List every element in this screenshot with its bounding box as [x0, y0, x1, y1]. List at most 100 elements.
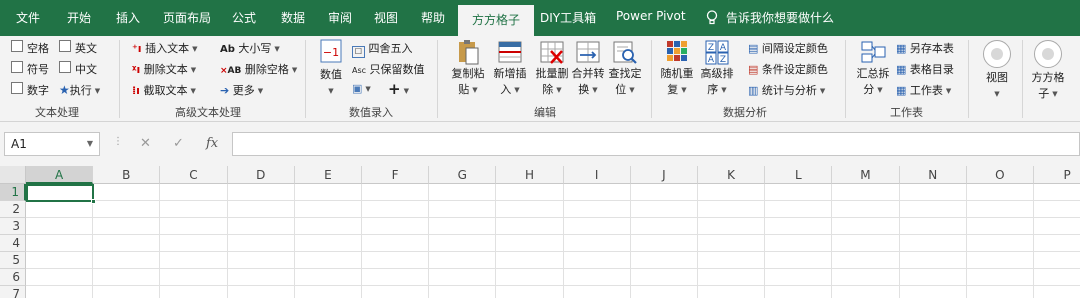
column-gridline	[428, 184, 430, 298]
column-header-e[interactable]: E	[294, 166, 362, 184]
worksheet-button[interactable]: ▦ 工作表 ▼	[896, 82, 951, 98]
statistics-button[interactable]: ▥ 统计与分析 ▼	[748, 82, 825, 98]
chevron-down-icon: ▼	[291, 66, 298, 74]
column-header-m[interactable]: M	[832, 166, 900, 184]
condition-color-label: 条件设定颜色	[761, 63, 828, 76]
plus-button[interactable]: + ▼	[388, 80, 409, 98]
checkbox-space[interactable]	[11, 40, 23, 52]
delete-text-button[interactable]: ᵡı 删除文本 ▼	[132, 61, 196, 77]
column-header-l[interactable]: L	[765, 166, 833, 184]
tab-review[interactable]: 审阅	[328, 9, 352, 29]
round-icon: ☐	[352, 46, 365, 58]
condition-color-button[interactable]: ▤ 条件设定颜色	[748, 61, 828, 77]
tab-view[interactable]: 视图	[374, 9, 398, 29]
group-label-worksheet: 工作表	[890, 106, 923, 119]
column-gridline	[965, 184, 967, 298]
column-gridline	[1033, 184, 1034, 298]
ribbon-tab-bar: 文件 开始 插入 页面布局 公式 数据 审阅 视图 帮助 方方格子 DIY工具箱…	[0, 0, 1080, 36]
row-header-5[interactable]: 5	[0, 252, 26, 269]
column-header-i[interactable]: I	[563, 166, 631, 184]
column-header-h[interactable]: H	[496, 166, 564, 184]
execute-label: 执行	[69, 84, 92, 97]
cancel-icon[interactable]: ✕	[140, 136, 151, 151]
tell-me-search[interactable]: 告诉我你想要做什么	[706, 9, 834, 26]
row-gridline	[26, 285, 1080, 286]
selected-cell-a1[interactable]	[26, 184, 96, 204]
row-header-4[interactable]: 4	[0, 235, 26, 252]
round-button[interactable]: ☐ 四舍五入	[352, 40, 413, 58]
chevron-down-icon: ▼	[994, 90, 1000, 98]
lightbulb-icon	[706, 10, 718, 25]
extract-text-button[interactable]: ⁞ı 截取文本 ▼	[132, 82, 196, 98]
more-button[interactable]: ➔ 更多 ▼	[220, 82, 263, 98]
row-header-3[interactable]: 3	[0, 218, 26, 235]
case-button[interactable]: Ab 大小写 ▼	[220, 40, 280, 56]
number-format-dropdown[interactable]: ▣ ▼	[352, 82, 371, 95]
checkbox-chinese[interactable]	[59, 61, 71, 73]
ffgz-icon	[1034, 40, 1062, 68]
select-all-corner[interactable]	[0, 166, 26, 184]
column-header-g[interactable]: G	[429, 166, 497, 184]
checkbox-english[interactable]	[59, 40, 71, 52]
column-header-b[interactable]: B	[93, 166, 161, 184]
find-locate-button[interactable]: 查找定位 ▼	[604, 38, 646, 98]
round-label: 四舍五入	[368, 42, 413, 55]
enter-icon[interactable]: ✓	[173, 136, 184, 151]
keep-value-label: 只保留数值	[369, 63, 425, 76]
chevron-down-icon: ▼	[257, 87, 264, 95]
keep-value-button[interactable]: Asc 只保留数值	[352, 61, 425, 77]
tab-power-pivot[interactable]: Power Pivot	[616, 9, 686, 29]
row-gridline	[26, 234, 1080, 235]
merge-convert-button[interactable]: 合并转换 ▼	[567, 38, 609, 98]
interval-color-icon: ▤	[748, 42, 759, 55]
sheet-directory-button[interactable]: ▦ 表格目录	[896, 61, 954, 77]
row-header-6[interactable]: 6	[0, 269, 26, 286]
column-gridline	[898, 184, 900, 298]
column-header-p[interactable]: P	[1034, 166, 1080, 184]
checkbox-number[interactable]	[11, 82, 23, 94]
column-header-k[interactable]: K	[698, 166, 766, 184]
execute-button[interactable]: ★执行 ▼	[59, 82, 100, 98]
delete-space-button[interactable]: ×AB 删除空格 ▼	[220, 61, 297, 77]
column-gridline	[629, 184, 631, 298]
column-header-d[interactable]: D	[227, 166, 295, 184]
column-header-f[interactable]: F	[362, 166, 430, 184]
column-header-c[interactable]: C	[160, 166, 228, 184]
row-header-2[interactable]: 2	[0, 201, 26, 218]
tab-diy-toolbox[interactable]: DIY工具箱	[540, 9, 596, 29]
row-header-7[interactable]: 7	[0, 286, 26, 298]
column-header-j[interactable]: J	[630, 166, 698, 184]
tab-page-layout[interactable]: 页面布局	[163, 9, 211, 29]
svg-text:A: A	[720, 43, 727, 53]
case-label: 大小写	[238, 42, 272, 55]
tab-data[interactable]: 数据	[281, 9, 305, 29]
insert-new-button[interactable]: 新增插入 ▼	[489, 38, 531, 98]
value-button[interactable]: −1 数值 ▼	[312, 38, 350, 99]
interval-color-button[interactable]: ▤ 间隔设定颜色	[748, 40, 828, 56]
insert-function-icon[interactable]: fx	[206, 136, 218, 151]
tab-fangfanggezi[interactable]: 方方格子	[458, 5, 535, 36]
tab-home[interactable]: 开始	[67, 9, 91, 29]
tab-file[interactable]: 文件	[16, 9, 40, 29]
tab-help[interactable]: 帮助	[421, 9, 445, 29]
formula-input[interactable]	[232, 132, 1080, 156]
checkbox-symbol[interactable]	[11, 61, 23, 73]
insert-text-icon: ⁺ı	[132, 42, 142, 55]
insert-text-button[interactable]: ⁺ı 插入文本 ▼	[132, 40, 197, 56]
summary-split-button[interactable]: 汇总拆分 ▼	[852, 38, 894, 98]
copy-paste-button[interactable]: 复制粘贴 ▼	[447, 38, 489, 98]
group-label-number-entry: 数值录入	[349, 106, 393, 119]
column-header-n[interactable]: N	[899, 166, 967, 184]
name-box[interactable]: A1 ▼	[4, 132, 100, 156]
column-header-o[interactable]: O	[966, 166, 1034, 184]
tab-insert[interactable]: 插入	[116, 9, 140, 29]
column-header-a[interactable]: A	[26, 166, 94, 184]
row-header-1[interactable]: 1	[0, 184, 26, 201]
tab-formulas[interactable]: 公式	[232, 9, 256, 29]
advanced-sort-button[interactable]: ZAAZ 高级排序 ▼	[697, 38, 737, 98]
random-repeat-button[interactable]: 随机重复 ▼	[657, 38, 697, 98]
save-sheet-as-button[interactable]: ▦ 另存本表	[896, 40, 954, 56]
delete-space-label: 删除空格	[244, 63, 289, 76]
fill-handle[interactable]	[91, 199, 96, 204]
spreadsheet-grid[interactable]: ABCDEFGHIJKLMNOP 1234567	[0, 166, 1080, 298]
